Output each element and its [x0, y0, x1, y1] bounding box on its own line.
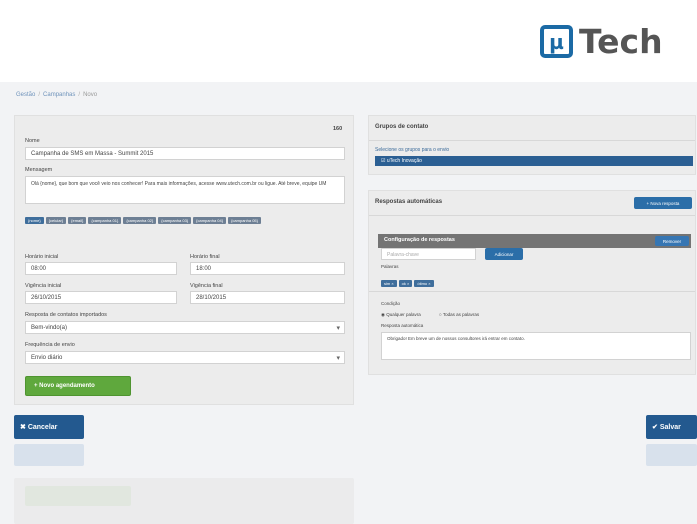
end-time-input[interactable]: 18:00 — [190, 262, 345, 275]
start-time-label: Horário inicial — [25, 254, 59, 260]
save-button[interactable]: ✔ Salvar — [646, 415, 697, 439]
keyword-input[interactable]: Palavra-chave — [381, 248, 476, 260]
breadcrumb-separator: / — [38, 92, 41, 98]
breadcrumb-item[interactable]: Gestão — [16, 92, 35, 98]
reflection-decoration — [646, 444, 697, 466]
condition-label: Condição — [381, 301, 401, 306]
condition-any-radio[interactable]: ◉ Qualquer palavra — [381, 312, 421, 318]
brand-name: Tech — [579, 22, 663, 61]
breadcrumb-current: Novo — [83, 92, 98, 98]
frequency-select-value: Envio diário — [31, 355, 63, 361]
end-date-input[interactable]: 28/10/2015 — [190, 291, 345, 304]
variable-tag[interactable]: {email} — [68, 217, 87, 224]
close-icon: ✖ — [20, 424, 28, 431]
check-icon: ✔ — [652, 424, 660, 431]
variable-tag[interactable]: {campanha 05} — [228, 217, 261, 224]
condition-all-radio[interactable]: ○ Todas as palavras — [439, 312, 479, 317]
app-header: µ Tech — [0, 0, 697, 82]
campaign-form-panel: 160 Nome Campanha de SMS em Massa - Summ… — [14, 115, 354, 405]
add-keyword-button[interactable]: Adicionar — [485, 248, 523, 260]
contact-groups-select-label: Selecione os grupos para o envio — [375, 147, 450, 153]
cancel-button[interactable]: ✖ Cancelar — [14, 415, 84, 439]
breadcrumb: Gestão / Campanhas / Novo — [16, 92, 97, 98]
variable-tag[interactable]: {nome} — [25, 217, 44, 224]
utech-logo-icon: µ — [540, 25, 573, 58]
end-time-label: Horário final — [190, 254, 220, 260]
variable-tag[interactable]: {campanha 04} — [193, 217, 227, 224]
divider — [369, 291, 695, 292]
variable-tags: {nome} {celular} {email} {campanha 01} {camp… — [25, 209, 347, 227]
frequency-label: Frequência de envio — [25, 342, 75, 348]
message-label: Mensagem — [25, 167, 53, 173]
char-counter: 160 — [333, 126, 343, 132]
condition-all-label: Todas as palavras — [442, 312, 480, 317]
contact-groups-panel: Grupos de contato Selecione os grupos pa… — [368, 115, 696, 175]
name-input[interactable]: Campanha de SMS em Massa - Summit 2015 — [25, 147, 345, 160]
response-label: Resposta de contatos importados — [25, 312, 107, 318]
add-schedule-button[interactable]: + Novo agendamento — [25, 376, 131, 396]
auto-responses-title: Respostas automáticas — [375, 199, 443, 205]
brand-logo: µ Tech — [540, 22, 663, 61]
response-config-header: Configuração de respostas — [378, 234, 691, 248]
start-date-input[interactable]: 26/10/2015 — [25, 291, 177, 304]
remove-response-button[interactable]: Remover — [655, 236, 689, 246]
response-select[interactable]: Bem-vindo(a) — [25, 321, 345, 334]
variable-tag[interactable]: {celular} — [45, 217, 67, 224]
keyword-tag[interactable]: ótimo × — [414, 280, 434, 287]
reply-label: Resposta automática — [381, 323, 424, 328]
reply-textarea[interactable]: Obrigado! Em breve um de nossos consulto… — [381, 332, 691, 360]
variable-tag[interactable]: {campanha 01} — [88, 217, 122, 224]
frequency-select[interactable]: Envio diário — [25, 351, 345, 364]
contact-groups-title: Grupos de contato — [375, 124, 429, 130]
condition-any-label: Qualquer palavra — [386, 312, 421, 317]
reflection-decoration — [14, 444, 84, 466]
cancel-label: Cancelar — [27, 423, 58, 431]
variable-tag[interactable]: {campanha 02} — [123, 217, 157, 224]
breadcrumb-separator: / — [78, 92, 81, 98]
end-date-label: Vigência final — [190, 283, 223, 289]
keyword-tag[interactable]: ok × — [398, 280, 413, 287]
divider — [369, 140, 695, 141]
keywords-label: Palavras — [381, 264, 399, 269]
response-config-title: Configuração de respostas — [384, 237, 455, 243]
breadcrumb-item[interactable]: Campanhas — [43, 92, 75, 98]
response-select-value: Bem-vindo(a) — [31, 325, 68, 331]
selected-group: uTech Inovação — [386, 158, 422, 164]
reflection-decoration — [14, 478, 354, 524]
save-label: Salvar — [659, 423, 681, 431]
name-label: Nome — [25, 138, 40, 144]
divider — [369, 215, 695, 216]
start-time-input[interactable]: 08:00 — [25, 262, 177, 275]
new-response-button[interactable]: + Nova resposta — [634, 197, 692, 209]
auto-responses-panel: Respostas automáticas + Nova resposta Co… — [368, 190, 696, 375]
contact-group-select[interactable]: ☑ uTech Inovação — [375, 156, 693, 166]
message-textarea[interactable]: Olá {nome}, que bom que você veio nos co… — [25, 176, 345, 204]
start-date-label: Vigência inicial — [25, 283, 62, 289]
keyword-list: sim × ok × ótimo × — [381, 272, 436, 290]
variable-tag[interactable]: {campanha 03} — [158, 217, 192, 224]
keyword-tag[interactable]: sim × — [381, 280, 397, 287]
